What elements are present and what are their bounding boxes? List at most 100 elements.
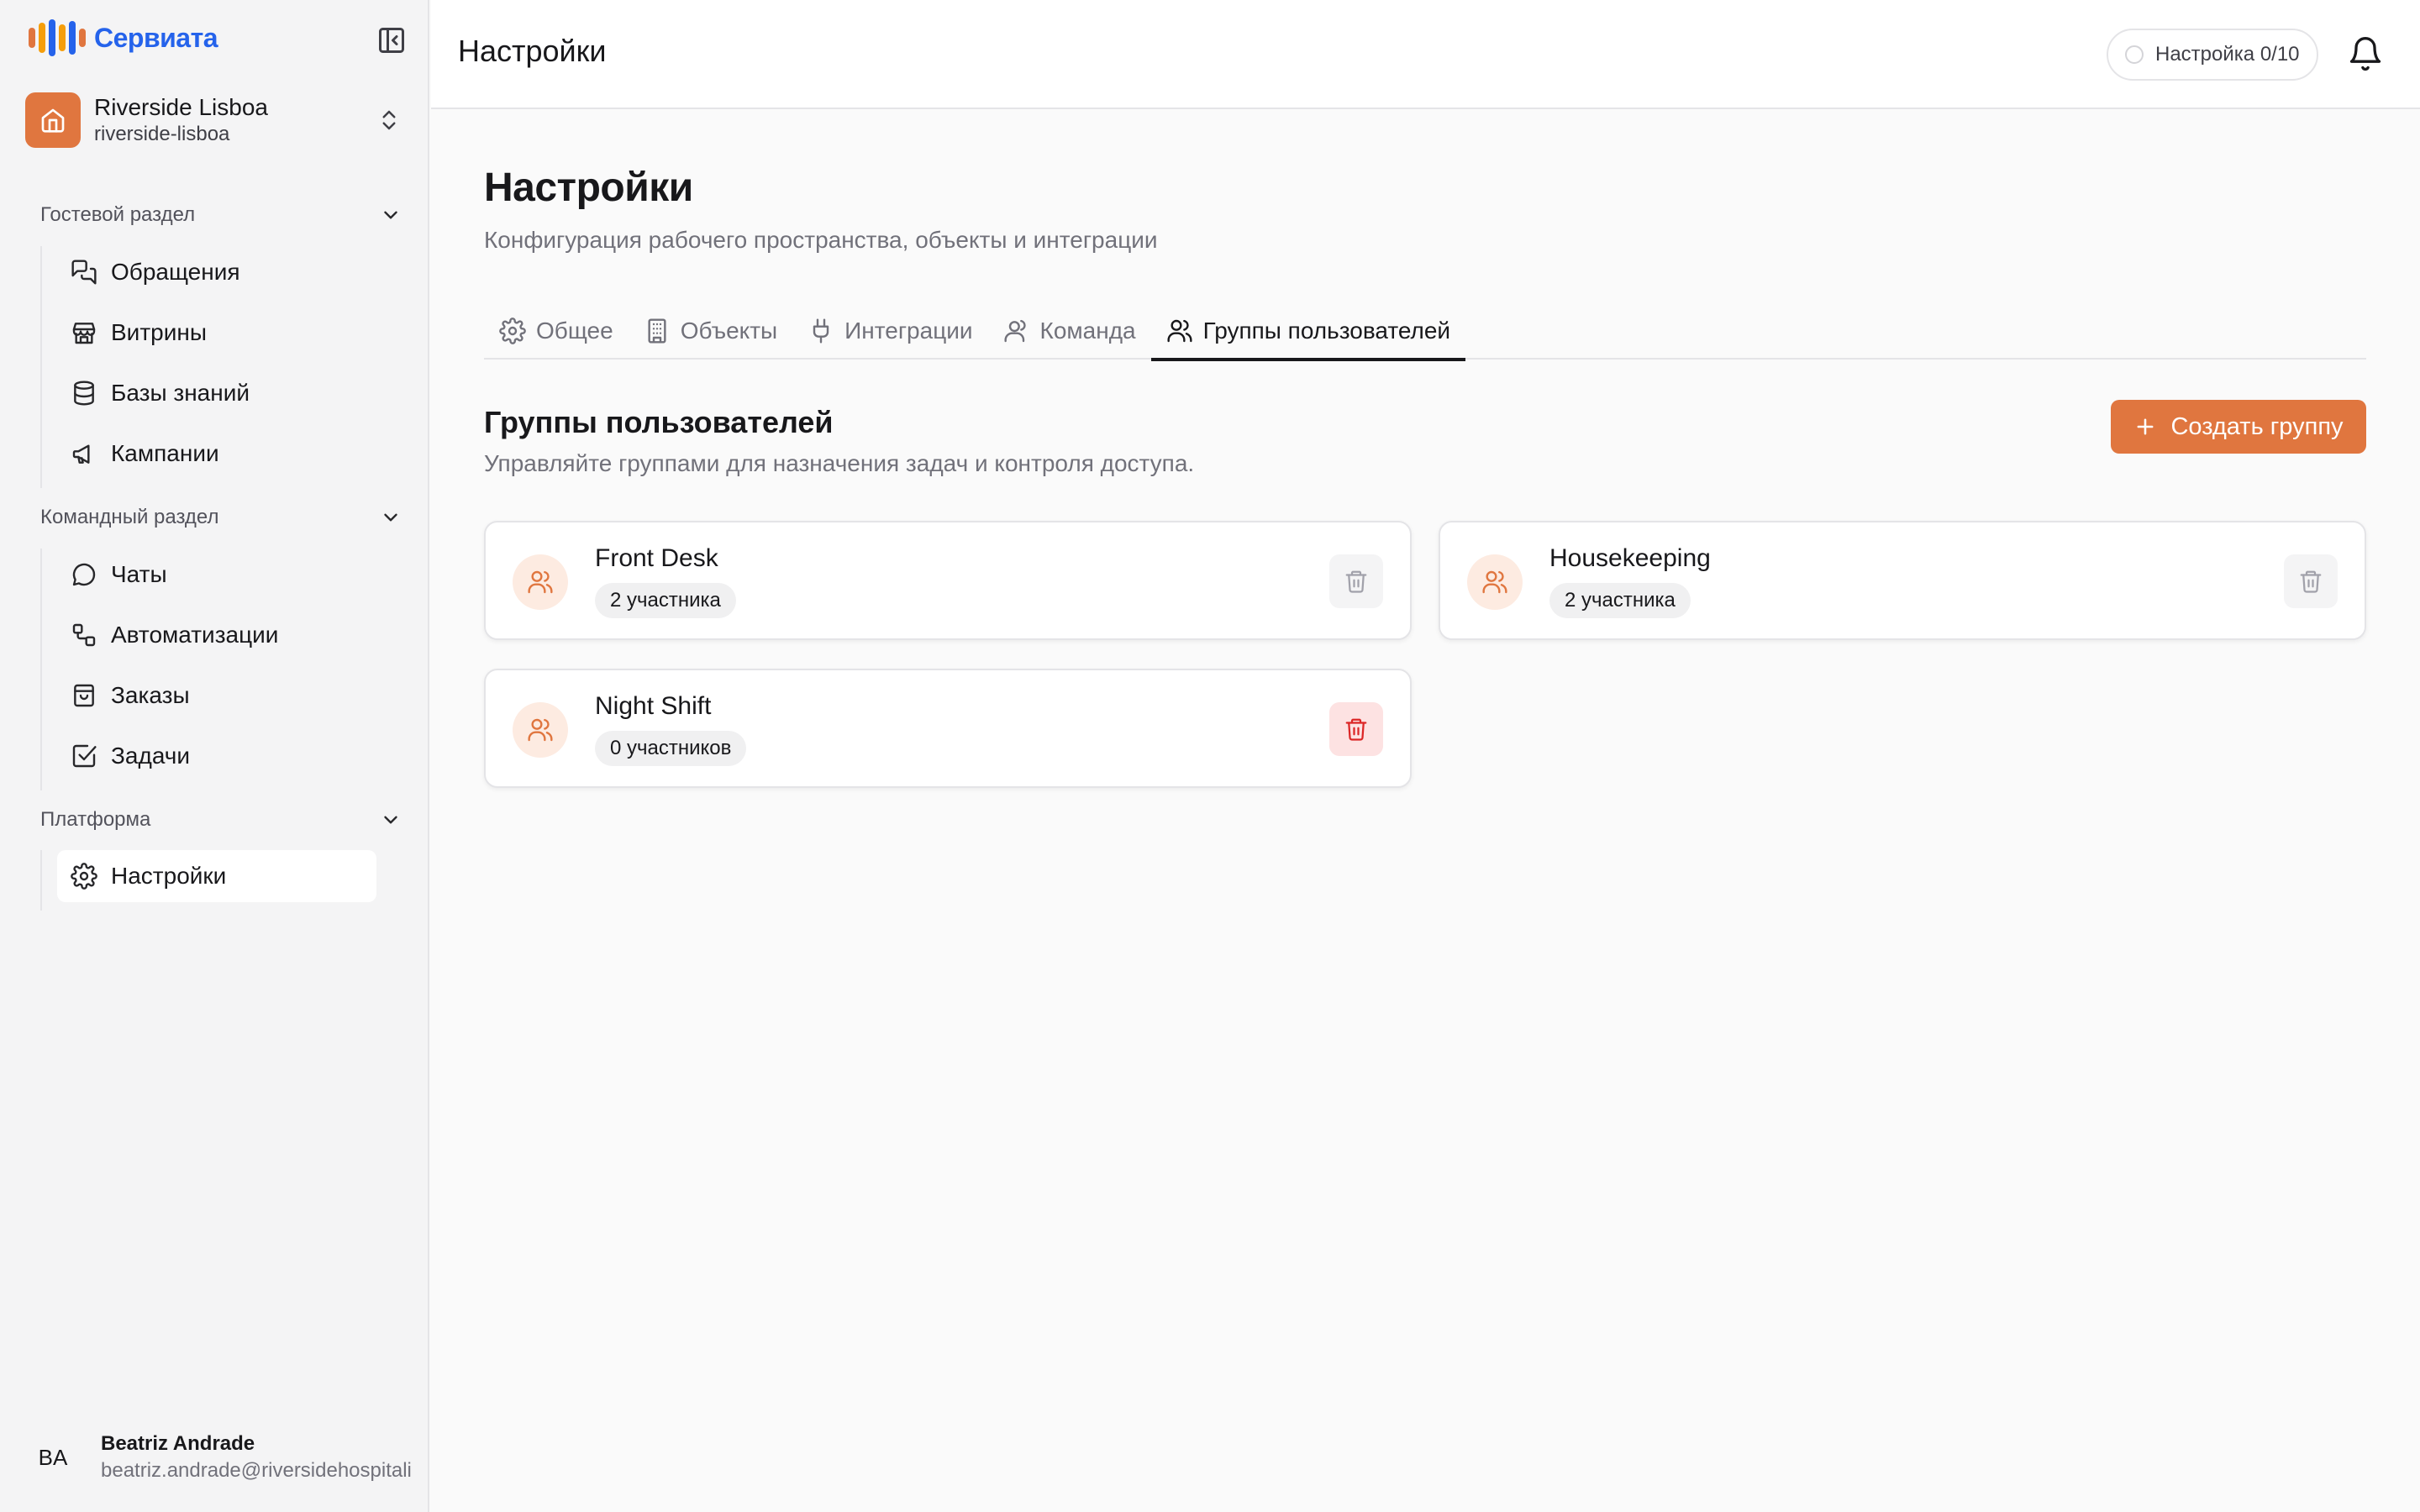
- sidebar-item-settings[interactable]: Настройки: [57, 850, 376, 902]
- sidebar-item-label: Заказы: [111, 682, 190, 708]
- member-count-badge: 0 участников: [595, 731, 747, 766]
- shopping-bag-icon: [74, 684, 94, 707]
- delete-group-button[interactable]: [2284, 554, 2338, 608]
- store-icon: [72, 323, 96, 344]
- users-icon: [1482, 570, 1507, 594]
- sidebar-item-chats[interactable]: Чаты: [57, 549, 376, 601]
- workspace-avatar: [25, 92, 81, 148]
- delete-group-button[interactable]: [1329, 702, 1383, 756]
- sidebar-section-title: Гостевой раздел: [40, 203, 196, 226]
- tab-user-groups[interactable]: Группы пользователей: [1150, 302, 1466, 361]
- group-card-front-desk[interactable]: Front Desk 2 участника: [484, 521, 1412, 640]
- sidebar: Сервиата Riverside Lisboa riverside-lisb…: [0, 0, 429, 1512]
- home-icon: [41, 108, 65, 133]
- sidebar-group-team: Чаты Автоматизации Заказы Задачи: [40, 549, 361, 790]
- tab-general[interactable]: Общее: [484, 302, 629, 360]
- sidebar-item-automations[interactable]: Автоматизации: [57, 609, 376, 661]
- chat-icon: [72, 563, 96, 586]
- delete-group-button[interactable]: [1329, 554, 1383, 608]
- notifications-button[interactable]: [2347, 35, 2384, 72]
- progress-ring-icon: [2125, 45, 2144, 64]
- setup-progress-label: Настройка 0/10: [2155, 43, 2300, 66]
- sidebar-item-label: Базы знаний: [111, 380, 250, 406]
- group-card-housekeeping[interactable]: Housekeeping 2 участника: [1439, 521, 2366, 640]
- users-icon: [1167, 319, 1192, 343]
- member-count-badge: 2 участника: [595, 583, 736, 618]
- groups-section-subtitle: Управляйте группами для назначения задач…: [484, 450, 1195, 476]
- gear-icon: [499, 318, 526, 344]
- sidebar-section-title: Платформа: [40, 808, 151, 831]
- sidebar-item-knowledge-bases[interactable]: Базы знаний: [57, 367, 376, 419]
- chevrons-up-down-icon: [382, 110, 396, 130]
- sidebar-section-team[interactable]: Командный раздел: [40, 501, 402, 534]
- workflow-icon: [72, 623, 96, 647]
- brand-logo-icon: [29, 18, 86, 57]
- tab-label: Команда: [1039, 318, 1136, 344]
- sidebar-item-storefronts[interactable]: Витрины: [57, 307, 376, 359]
- workspace-switcher[interactable]: Riverside Lisboa riverside-lisboa: [25, 91, 408, 150]
- user-name: Beatriz Andrade: [101, 1432, 255, 1455]
- trash-icon: [1345, 570, 1367, 593]
- sidebar-item-label: Кампании: [111, 440, 219, 466]
- building-icon: [648, 318, 666, 344]
- member-count-badge: 2 участника: [1549, 583, 1691, 618]
- page-subtitle: Конфигурация рабочего пространства, объе…: [484, 227, 1158, 253]
- users-icon: [528, 570, 553, 594]
- chevron-down-icon: [384, 513, 397, 522]
- header-title: Настройки: [458, 34, 607, 68]
- group-avatar: [1467, 554, 1523, 610]
- chevron-down-icon: [384, 816, 397, 824]
- user-email: beatriz.andrade@riversidehospitality.com: [101, 1459, 412, 1482]
- group-avatar: [513, 702, 568, 758]
- tab-team[interactable]: Команда: [988, 302, 1151, 360]
- tab-label: Группы пользователей: [1202, 318, 1451, 344]
- tab-integrations[interactable]: Интеграции: [792, 302, 987, 360]
- workspace-slug: riverside-lisboa: [94, 123, 230, 145]
- sidebar-section-guest[interactable]: Гостевой раздел: [40, 198, 402, 232]
- groups-section-title: Группы пользователей: [484, 405, 834, 439]
- sidebar-item-label: Витрины: [111, 319, 207, 345]
- sidebar-item-orders[interactable]: Заказы: [57, 669, 376, 722]
- user-profile[interactable]: BA Beatriz Andrade beatriz.andrade@river…: [25, 1430, 420, 1485]
- sidebar-item-requests[interactable]: Обращения: [57, 246, 376, 298]
- setup-progress-button[interactable]: Настройка 0/10: [2107, 29, 2318, 81]
- settings-tabs: Общее Объекты Интеграции Команда Группы …: [484, 302, 2366, 361]
- group-name: Night Shift: [595, 692, 712, 720]
- sidebar-group-guest: Обращения Витрины Базы знаний Кампании: [40, 246, 361, 488]
- users-icon: [528, 718, 553, 742]
- sidebar-item-campaigns[interactable]: Кампании: [57, 428, 376, 480]
- tab-label: Объекты: [680, 318, 778, 344]
- tab-properties[interactable]: Объекты: [629, 302, 792, 360]
- gear-icon: [71, 863, 97, 890]
- group-avatar: [513, 554, 568, 610]
- database-icon: [74, 381, 94, 406]
- group-name: Front Desk: [595, 544, 718, 572]
- megaphone-icon: [72, 444, 90, 464]
- group-name: Housekeeping: [1549, 544, 1711, 572]
- top-bar: Настройки Настройка 0/10: [431, 0, 2420, 109]
- sidebar-collapse-button[interactable]: [376, 25, 407, 55]
- page-title: Настройки: [484, 165, 693, 210]
- group-card-night-shift[interactable]: Night Shift 0 участников: [484, 669, 1412, 788]
- chevron-down-icon: [384, 211, 397, 219]
- create-group-button[interactable]: Создать группу: [2111, 400, 2366, 454]
- sidebar-item-tasks[interactable]: Задачи: [57, 730, 376, 782]
- trash-icon: [2300, 570, 2322, 593]
- sidebar-group-platform: Настройки: [40, 850, 376, 911]
- workspace-name: Riverside Lisboa: [94, 94, 268, 120]
- avatar: BA: [38, 1444, 68, 1470]
- brand-name: Сервиата: [94, 22, 218, 53]
- plus-icon: [2138, 418, 2154, 435]
- sidebar-item-label: Автоматизации: [111, 622, 279, 648]
- bell-icon: [2349, 37, 2381, 71]
- sidebar-item-label: Задачи: [111, 743, 191, 769]
- brand-logo[interactable]: Сервиата: [29, 18, 218, 57]
- tab-label: Интеграции: [844, 318, 973, 344]
- plug-icon: [813, 318, 829, 344]
- checkbox-icon: [72, 744, 97, 768]
- sidebar-section-title: Командный раздел: [40, 506, 219, 528]
- sidebar-item-label: Чаты: [111, 561, 167, 587]
- sidebar-section-platform[interactable]: Платформа: [40, 803, 402, 837]
- sidebar-item-label: Обращения: [111, 259, 240, 285]
- panel-left-icon: [379, 28, 404, 53]
